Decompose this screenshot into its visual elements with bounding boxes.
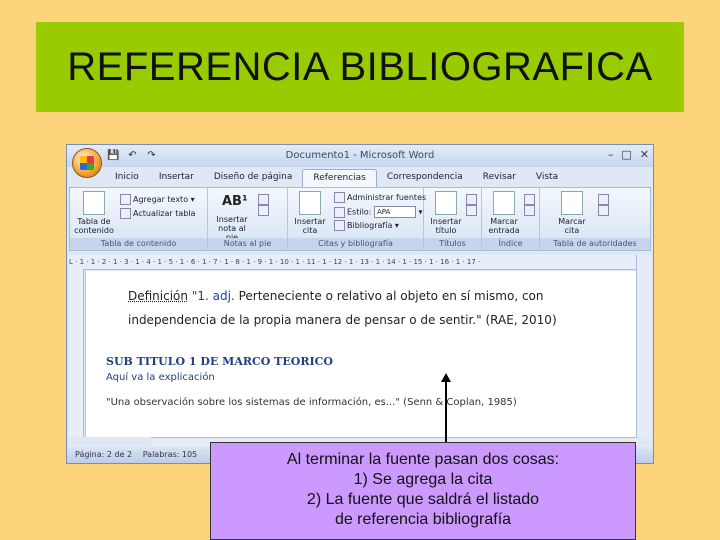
close-icon[interactable]: ✕ [640,148,649,161]
toc-button-label: Tabla de contenido [74,217,114,235]
group-index: Marcar entrada Índice [482,188,540,250]
vertical-scrollbar[interactable] [636,255,651,437]
word-window: 💾 ↶ ↷ Documento1 - Microsoft Word – □ ✕ … [66,144,654,464]
insert-caption-label: Insertar título [430,217,462,235]
mark-entry-button[interactable]: Marcar entrada [484,191,524,235]
add-text-icon [120,194,131,205]
callout-line-2: 1) Se agrega la cita [353,471,493,488]
mark-entry-icon [493,191,515,215]
bibliography-button[interactable]: Bibliografía ▾ [334,220,399,231]
tab-vista[interactable]: Vista [526,169,568,187]
group-toc-label: Tabla de contenido [70,238,207,250]
next-footnote-icon [258,194,269,205]
definition-quote: "1. adj. [191,289,235,303]
tab-referencias[interactable]: Referencias [302,169,377,187]
tab-diseno[interactable]: Diseño de página [204,169,303,187]
index-small-icons[interactable] [524,194,537,216]
style-selector[interactable]: Estilo: APA ▾ [334,206,423,218]
group-footnotes-label: Notas al pie [208,238,287,250]
document-page[interactable]: Definición "1. adj. Perteneciente o rela… [85,271,636,437]
callout-box: Al terminar la fuente pasan dos cosas: 1… [210,442,636,540]
caption-icon [435,191,457,215]
mark-citation-button[interactable]: Marcar cita [552,191,592,235]
group-authorities: Marcar cita Tabla de autoridades [540,188,650,250]
update-table-button[interactable]: Actualizar tabla [120,208,195,219]
definition-label: Definición [128,289,188,303]
manage-sources-button[interactable]: Administrar fuentes [334,192,426,203]
insert-index-icon [524,194,535,205]
group-footnotes: AB¹ Insertar nota al pie Notas al pie [208,188,288,250]
window-controls: – □ ✕ [608,148,649,161]
ribbon: Tabla de contenido Agregar texto ▾ Actua… [69,187,651,251]
style-label: Estilo: [347,207,372,217]
window-title: Documento1 - Microsoft Word [285,150,435,161]
group-authorities-label: Tabla de autoridades [540,238,650,250]
cross-reference-icon [466,205,477,216]
group-toc: Tabla de contenido Agregar texto ▾ Actua… [70,188,208,250]
group-captions: Insertar título Títulos [424,188,482,250]
office-button[interactable] [72,148,102,178]
observation-citation: "Una observación sobre los sistemas de i… [106,397,517,408]
toc-icon [83,191,105,215]
subtitle-heading: SUB TITULO 1 DE MARCO TEORICO [106,355,333,368]
footnote-icon: AB¹ [222,194,248,209]
table-of-figures-icon [466,194,477,205]
office-logo-icon [80,156,94,170]
citation-icon [299,191,321,215]
show-notes-icon [258,205,269,216]
callout-line-4: de referencia bibliografía [334,511,512,528]
insert-footnote-button[interactable]: AB¹ Insertar nota al pie [212,191,252,242]
update-table-icon [120,208,131,219]
manage-sources-icon [334,192,345,203]
callout-line-1: Al terminar la fuente pasan dos cosas: [286,451,560,468]
bibliography-icon [334,220,345,231]
definition-line-2: independencia de la propia manera de pen… [128,313,557,327]
group-citations: Insertar cita Administrar fuentes Estilo… [288,188,426,250]
group-index-label: Índice [482,238,539,250]
insert-authorities-icon [598,194,609,205]
definition-line-1: Definición "1. adj. Perteneciente o rela… [128,289,544,303]
horizontal-ruler[interactable]: L · 1 · 1 · 2 · 1 · 3 · 1 · 4 · 1 · 5 · … [69,255,651,270]
tab-inicio[interactable]: Inicio [105,169,149,187]
update-index-icon [524,205,535,216]
ribbon-tabs: Inicio Insertar Diseño de página Referen… [105,169,568,187]
arrow-line [445,380,447,442]
word-count: Palabras: 105 [142,450,198,459]
maximize-icon[interactable]: □ [621,148,631,161]
update-authorities-icon [598,205,609,216]
explanation-text: Aquí va la explicación [106,372,215,383]
footnote-small-icons[interactable] [258,194,271,216]
group-captions-label: Títulos [424,238,481,250]
definition-text: Perteneciente o relativo al objeto en sí… [238,289,544,303]
add-text-label: Agregar texto [133,195,189,204]
vertical-ruler[interactable] [69,269,84,437]
mark-entry-label: Marcar entrada [488,217,520,235]
slide-title-box: REFERENCIA BIBLIOGRAFICA [36,22,684,112]
tab-correspondencia[interactable]: Correspondencia [377,169,473,187]
page-count: Página: 2 de 2 [75,450,133,459]
add-text-button[interactable]: Agregar texto ▾ [120,194,195,205]
update-table-label: Actualizar tabla [133,209,196,218]
bibliography-label: Bibliografía [347,221,393,230]
tab-revisar[interactable]: Revisar [473,169,526,187]
manage-sources-label: Administrar fuentes [347,193,427,202]
caption-small-icons[interactable] [466,194,479,216]
authorities-small-icons[interactable] [598,194,611,216]
minimize-icon[interactable]: – [608,148,614,161]
mark-citation-label: Marcar cita [558,217,586,235]
slide-title: REFERENCIA BIBLIOGRAFICA [67,44,653,89]
insert-citation-label: Insertar cita [294,217,326,235]
style-icon [334,206,345,218]
insert-citation-button[interactable]: Insertar cita [290,191,330,235]
insert-caption-button[interactable]: Insertar título [426,191,466,235]
mark-citation-icon [561,191,583,215]
title-bar: 💾 ↶ ↷ Documento1 - Microsoft Word – □ ✕ [67,145,653,167]
style-dropdown[interactable]: APA [373,206,416,218]
toc-button[interactable]: Tabla de contenido [74,191,114,235]
tab-insertar[interactable]: Insertar [149,169,204,187]
callout-line-3: 2) La fuente que saldrá el listado [306,491,540,508]
group-citations-label: Citas y bibliografía [288,238,423,250]
